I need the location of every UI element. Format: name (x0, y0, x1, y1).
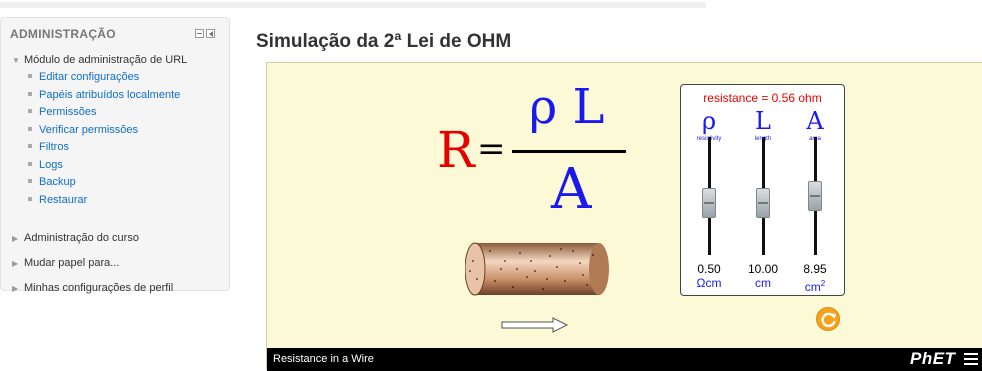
phet-logo[interactable]: PhET (910, 349, 955, 369)
sidebar-section-profile-settings[interactable]: ▶ Minhas configurações de perfil (12, 282, 173, 294)
section-label: Minhas configurações de perfil (24, 282, 174, 294)
sim-title: Resistance in a Wire (273, 353, 374, 365)
wire-cylinder-image (465, 242, 609, 296)
equation-fraction-bar (512, 150, 626, 153)
menu-icon[interactable] (964, 353, 978, 365)
sidebar-item-permissions[interactable]: Permissões (12, 104, 226, 122)
phet-simulation[interactable]: R = ρ L A resistance = 0.56 ohm ρ L A 0.… (266, 62, 982, 371)
sidebar-item-edit-settings[interactable]: Editar configurações (12, 69, 226, 87)
area-unit-exponent: 2 (820, 279, 826, 288)
bullet-icon (28, 179, 32, 183)
current-arrow-icon (501, 317, 569, 333)
sidebar-section-switch-role[interactable]: ▶ Mudar papel para... (12, 257, 119, 269)
resistivity-slider-thumb[interactable] (702, 188, 716, 218)
reset-button[interactable] (816, 307, 840, 331)
bullet-icon (28, 91, 32, 96)
administration-block: ADMINISTRAÇÃO ▼ Módulo de administração d… (0, 17, 230, 294)
collapsed-arrow-icon: ▶ (12, 284, 19, 293)
equation-equals-sign: = (477, 129, 506, 169)
resistivity-symbol: ρ (701, 107, 717, 135)
block-controls (195, 29, 215, 38)
tree-node-label: Módulo de administração de URL (24, 54, 188, 66)
equation-resistance-symbol: R (437, 121, 475, 179)
area-unit-base: cm (804, 280, 821, 294)
equation-numerator: ρ L (529, 79, 605, 135)
collapse-block-icon[interactable] (195, 29, 204, 38)
navigation-bar: Resistance in a Wire PhET (267, 348, 982, 371)
sidebar-item-restore[interactable]: Restaurar (12, 192, 226, 210)
area-value: 8.95 (803, 262, 827, 276)
sidebar-link[interactable]: Backup (39, 176, 76, 188)
sidebar-link[interactable]: Editar configurações (39, 71, 139, 83)
length-symbol: L (755, 107, 771, 135)
resistivity-unit: Ωcm (696, 276, 722, 290)
resistivity-value: 0.50 (697, 262, 721, 276)
bullet-icon (28, 144, 32, 148)
area-unit: cm2 (795, 277, 835, 294)
area-slider-thumb[interactable] (808, 181, 822, 211)
sidebar-link[interactable]: Verificar permissões (39, 124, 138, 136)
sidebar-link[interactable]: Restaurar (39, 194, 87, 206)
expanded-arrow-icon: ▼ (12, 56, 20, 65)
collapsed-arrow-icon: ▶ (12, 259, 19, 268)
bullet-icon (28, 74, 32, 78)
sidebar-item-check-permissions[interactable]: Verificar permissões (12, 122, 226, 140)
sidebar-item-local-roles[interactable]: Papéis atribuídos localmente (12, 87, 226, 105)
dock-block-icon[interactable] (206, 29, 215, 38)
collapsed-arrow-icon: ▶ (12, 234, 19, 243)
sidebar-item-backup[interactable]: Backup (12, 174, 226, 192)
resistance-readout: resistance = 0.56 ohm (703, 91, 822, 105)
length-unit: cm (755, 276, 771, 290)
section-label: Administração do curso (24, 232, 139, 244)
tree-node-url-module[interactable]: ▼ Módulo de administração de URL (12, 52, 226, 69)
section-label: Mudar papel para... (24, 257, 120, 269)
sidebar-link[interactable]: Logs (39, 159, 63, 171)
sidebar-section-course-admin[interactable]: ▶ Administração do curso (12, 232, 139, 244)
admin-tree: ▼ Módulo de administração de URL Editar c… (12, 52, 226, 294)
reset-icon (821, 312, 836, 328)
page-title: Simulação da 2ª Lei de OHM (256, 31, 512, 52)
sidebar-item-filters[interactable]: Filtros (12, 139, 226, 157)
length-slider-thumb[interactable] (756, 188, 770, 218)
equation-denominator: A (551, 157, 592, 222)
sidebar-link[interactable]: Filtros (39, 141, 69, 153)
bullet-icon (28, 161, 32, 166)
block-title: ADMINISTRAÇÃO (10, 27, 116, 41)
sidebar-link[interactable]: Papéis atribuídos localmente (39, 89, 180, 101)
area-symbol: A (806, 107, 824, 135)
slider-control-panel: resistance = 0.56 ohm ρ resistivity L le… (680, 84, 845, 296)
bullet-icon (28, 196, 32, 201)
sidebar-link[interactable]: Permissões (39, 106, 96, 118)
top-divider (0, 2, 706, 8)
bullet-icon (28, 109, 32, 113)
bullet-icon (28, 126, 32, 131)
length-value: 10.00 (747, 262, 779, 276)
sidebar-item-logs[interactable]: Logs (12, 157, 226, 175)
